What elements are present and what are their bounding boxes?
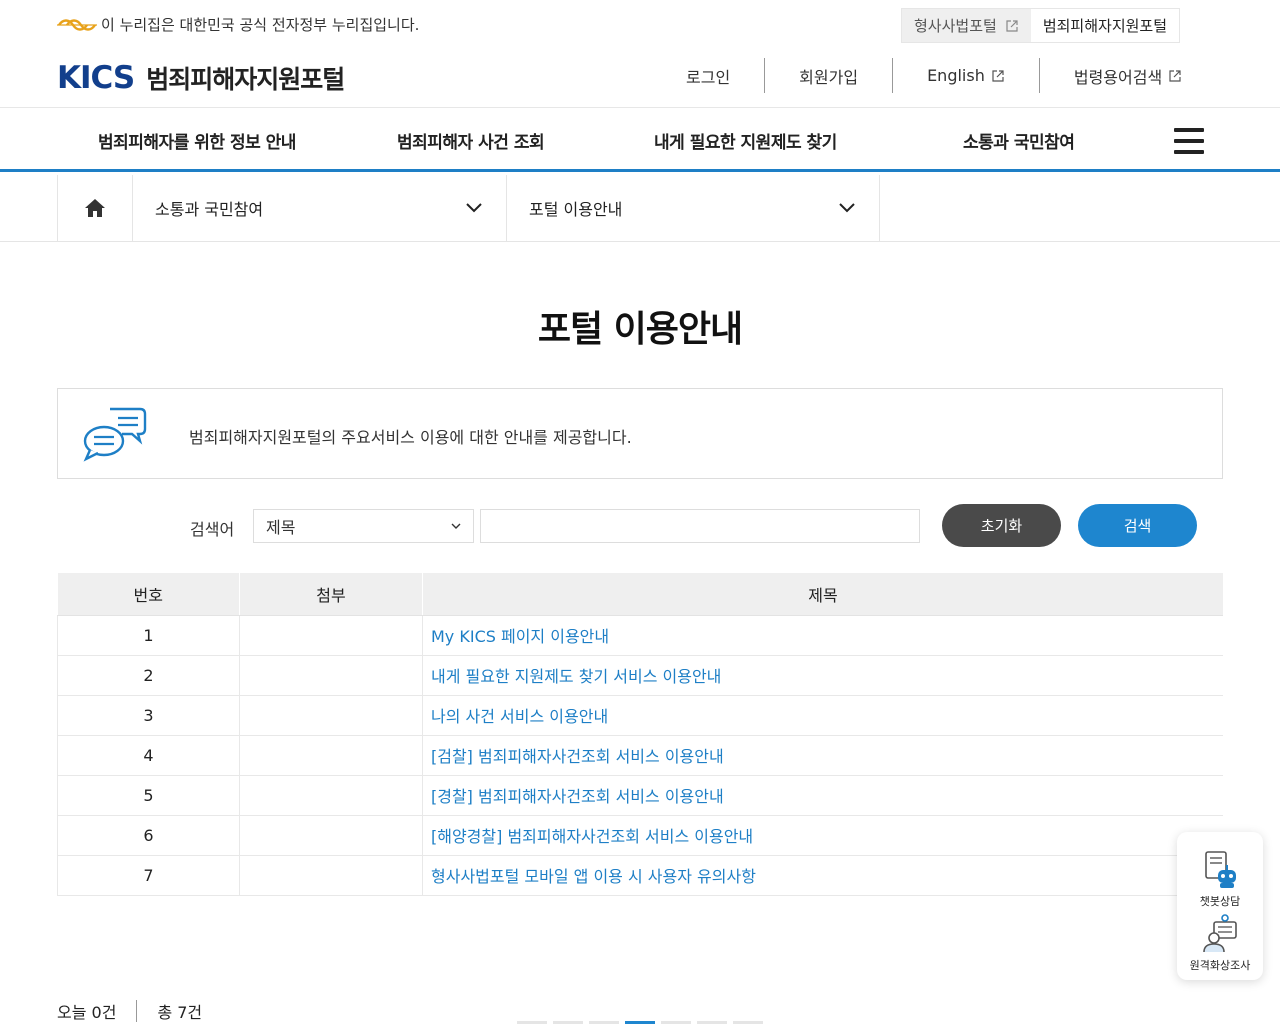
login-link[interactable]: 로그인 <box>652 58 764 93</box>
count-divider <box>136 1000 138 1022</box>
chevron-down-icon <box>451 523 461 529</box>
nav-victim-info[interactable]: 범죄피해자를 위한 정보 안내 <box>98 128 296 153</box>
page-title: 포털 이용안내 <box>537 309 743 350</box>
gov-notice-text: 이 누리집은 대한민국 공식 전자정부 누리집입니다. <box>101 16 420 34</box>
row-attachment <box>239 655 423 696</box>
table-row: 6 [해양경찰] 범죄피해자사건조회 서비스 이용안내 <box>57 815 1223 856</box>
row-number: 2 <box>57 655 240 696</box>
row-attachment <box>239 615 423 656</box>
info-text: 범죄피해자지원포털의 주요서비스 이용에 대한 안내를 제공합니다. <box>189 428 632 447</box>
portal-link-label: 형사사법포털 <box>914 17 997 35</box>
nav-find-support[interactable]: 내게 필요한 지원제도 찾기 <box>654 128 837 153</box>
portal-link-victim[interactable]: 범죄피해자지원포털 <box>1030 9 1180 42</box>
nav-case-lookup[interactable]: 범죄피해자 사건 조회 <box>397 128 545 153</box>
signup-link[interactable]: 회원가입 <box>764 58 892 93</box>
info-box: 범죄피해자지원포털의 주요서비스 이용에 대한 안내를 제공합니다. <box>57 388 1223 479</box>
row-number: 4 <box>57 735 240 776</box>
search-input[interactable] <box>480 509 920 543</box>
speech-bubbles-icon <box>83 407 147 462</box>
site-name: 범죄피해자지원포털 <box>146 65 345 94</box>
logo-mark: KICS <box>57 60 135 96</box>
row-number: 5 <box>57 775 240 816</box>
hamburger-icon[interactable] <box>1174 128 1204 154</box>
utility-nav: 로그인 회원가입 English 법령용어검색 <box>652 58 1216 93</box>
breadcrumb: 소통과 국민참여 포털 이용안내 <box>0 175 1280 242</box>
row-attachment <box>239 815 423 856</box>
row-attachment <box>239 855 423 896</box>
login-label: 로그인 <box>686 67 731 87</box>
row-title-link[interactable]: 나의 사건 서비스 이용안내 <box>422 695 1223 736</box>
guide-table: 번호 첨부 제목 1 My KICS 페이지 이용안내 2 내게 필요한 지원제… <box>57 573 1223 896</box>
row-attachment <box>239 775 423 816</box>
external-link-icon <box>1006 19 1018 32</box>
row-number: 7 <box>57 855 240 896</box>
signup-label: 회원가입 <box>799 67 859 87</box>
breadcrumb-home[interactable] <box>57 175 133 241</box>
total-count: 총 7건 <box>157 1003 203 1022</box>
row-number: 3 <box>57 695 240 736</box>
gov-emblem-icon <box>57 18 97 31</box>
col-title: 제목 <box>422 573 1223 616</box>
breadcrumb-level1-label: 소통과 국민참여 <box>155 200 264 219</box>
external-link-icon <box>992 69 1004 82</box>
chevron-down-icon <box>466 203 482 213</box>
row-title-link[interactable]: My KICS 페이지 이용안내 <box>422 615 1223 656</box>
reset-button[interactable]: 초기화 <box>942 504 1061 547</box>
external-link-icon <box>1169 69 1181 82</box>
table-row: 1 My KICS 페이지 이용안내 <box>57 615 1223 656</box>
chatbot-icon <box>1205 851 1236 888</box>
nav-participation[interactable]: 소통과 국민참여 <box>963 128 1075 153</box>
breadcrumb-level2-label: 포털 이용안내 <box>529 200 623 219</box>
gov-banner: 이 누리집은 대한민국 공식 전자정부 누리집입니다. 형사사법포털 범죄피해자… <box>0 0 1280 50</box>
table-row: 7 형사사법포털 모바일 앱 이용 시 사용자 유의사항 <box>57 855 1223 896</box>
main-nav: 범죄피해자를 위한 정보 안내 범죄피해자 사건 조회 내게 필요한 지원제도 … <box>0 108 1280 172</box>
law-term-search-link[interactable]: 법령용어검색 <box>1038 58 1216 93</box>
portal-switch: 형사사법포털 범죄피해자지원포털 <box>901 8 1181 43</box>
site-logo[interactable]: KICS 범죄피해자지원포털 <box>57 60 345 96</box>
table-row: 3 나의 사건 서비스 이용안내 <box>57 695 1223 736</box>
search-label: 검색어 <box>190 520 235 539</box>
breadcrumb-level2[interactable]: 포털 이용안내 <box>507 175 880 241</box>
home-icon <box>85 199 105 217</box>
remote-video-label: 원격화상조사 <box>1189 959 1251 972</box>
portal-link-kics[interactable]: 형사사법포털 <box>902 9 1031 42</box>
post-count: 오늘 0건 총 7건 <box>57 999 202 1023</box>
header: KICS 범죄피해자지원포털 로그인 회원가입 English 법령용어검색 <box>0 50 1280 108</box>
video-conference-icon <box>1203 914 1237 953</box>
row-attachment <box>239 695 423 736</box>
english-link[interactable]: English <box>892 58 1039 93</box>
row-title-link[interactable]: 형사사법포털 모바일 앱 이용 시 사용자 유의사항 <box>422 855 1223 896</box>
chatbot-button[interactable]: 챗봇상담 <box>1177 850 1263 909</box>
english-label: English <box>927 66 985 85</box>
gov-notice: 이 누리집은 대한민국 공식 전자정부 누리집입니다. <box>57 14 419 35</box>
portal-link-label: 범죄피해자지원포털 <box>1042 17 1168 35</box>
floating-quick-menu: 챗봇상담 원격화상조사 <box>1177 832 1263 980</box>
table-row: 2 내게 필요한 지원제도 찾기 서비스 이용안내 <box>57 655 1223 696</box>
row-title-link[interactable]: [검찰] 범죄피해자사건조회 서비스 이용안내 <box>422 735 1223 776</box>
col-number: 번호 <box>57 573 240 616</box>
col-attachment: 첨부 <box>239 573 423 616</box>
remote-video-button[interactable]: 원격화상조사 <box>1177 914 1263 973</box>
row-attachment <box>239 735 423 776</box>
row-title-link[interactable]: [경찰] 범죄피해자사건조회 서비스 이용안내 <box>422 775 1223 816</box>
chatbot-label: 챗봇상담 <box>1199 895 1241 908</box>
chevron-down-icon <box>839 203 855 213</box>
search-button[interactable]: 검색 <box>1078 504 1197 547</box>
row-title-link[interactable]: 내게 필요한 지원제도 찾기 서비스 이용안내 <box>422 655 1223 696</box>
law-term-label: 법령용어검색 <box>1073 67 1163 87</box>
row-number: 6 <box>57 815 240 856</box>
row-number: 1 <box>57 615 240 656</box>
search-field-select[interactable]: 제목 <box>253 509 474 543</box>
table-row: 5 [경찰] 범죄피해자사건조회 서비스 이용안내 <box>57 775 1223 816</box>
search-field-value: 제목 <box>266 518 296 537</box>
today-count: 오늘 0건 <box>57 1003 117 1022</box>
table-row: 4 [검찰] 범죄피해자사건조회 서비스 이용안내 <box>57 735 1223 776</box>
breadcrumb-level1[interactable]: 소통과 국민참여 <box>133 175 507 241</box>
row-title-link[interactable]: [해양경찰] 범죄피해자사건조회 서비스 이용안내 <box>422 815 1223 856</box>
